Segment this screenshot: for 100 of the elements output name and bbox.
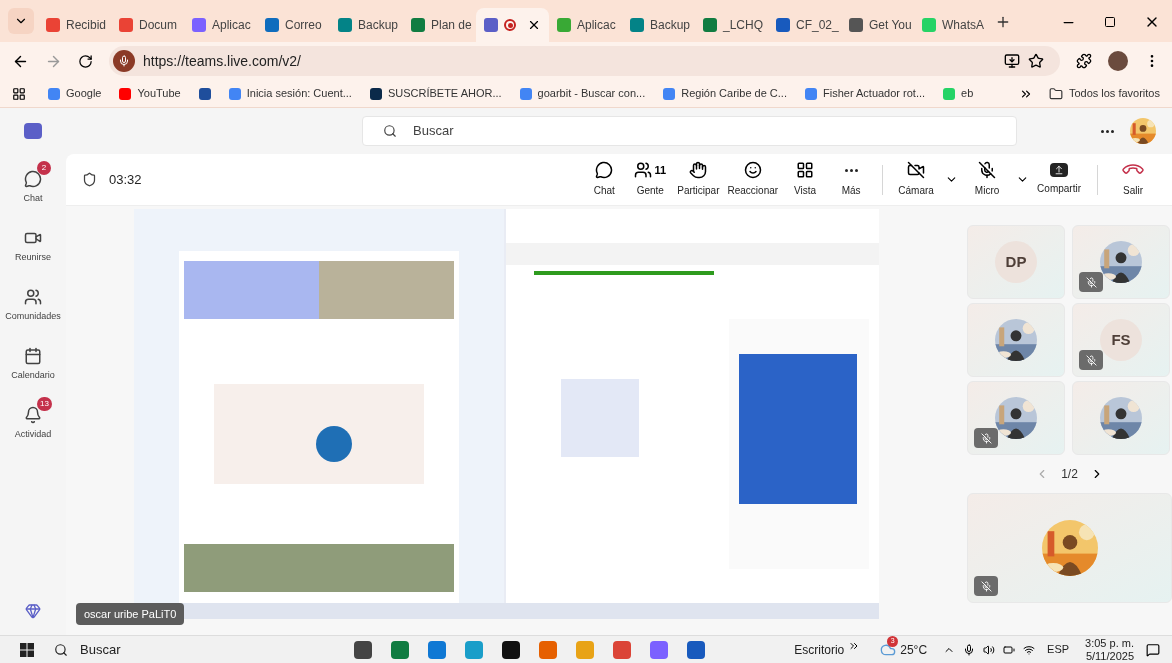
battery-icon[interactable] [1003, 643, 1016, 656]
install-icon[interactable] [1004, 53, 1020, 69]
browser-tab[interactable]: Recibid [38, 8, 111, 42]
toolbar-button[interactable]: Reaccionar [723, 155, 783, 204]
tab-title: CF_02_ [796, 17, 839, 34]
wifi-icon[interactable] [1023, 643, 1036, 656]
people-icon [634, 161, 653, 179]
clock[interactable]: 3:05 p. m. 5/11/2025 [1085, 636, 1134, 663]
search-icon [383, 124, 397, 138]
toolbar-button[interactable]: 11 Gente [627, 155, 674, 204]
initials-avatar: FS [1100, 319, 1142, 361]
bookmark-star-icon[interactable] [1028, 53, 1044, 69]
bell-icon [24, 405, 42, 424]
diamond-icon[interactable] [25, 603, 41, 619]
toolbar-button[interactable]: Más [828, 155, 875, 204]
leave-button[interactable]: Salir [1110, 155, 1156, 204]
tab-title: Plan de [431, 17, 472, 34]
rail-item[interactable]: 13 Actividad [1, 394, 65, 453]
presenter-label: oscar uribe PaLiT0 [76, 602, 185, 625]
desktop-label[interactable]: Escritorio [794, 640, 845, 659]
profile-avatar[interactable] [1108, 51, 1128, 71]
tab-title: Get You [869, 17, 912, 34]
rail-item[interactable]: Comunidades [1, 276, 65, 335]
all-bookmarks[interactable]: Todos los favoritos [1048, 85, 1160, 102]
taskbar-app-icon[interactable] [502, 640, 520, 659]
browser-tab[interactable]: Aplicac [549, 8, 622, 42]
notification-badge: 13 [37, 397, 52, 411]
windows-icon[interactable] [20, 642, 34, 657]
share-icon [1050, 163, 1069, 177]
people-icon [24, 287, 42, 306]
bookmark[interactable]: Región Caribe de C... [657, 82, 793, 105]
mic-off-icon [978, 161, 997, 179]
tab-title: Aplicac [577, 17, 616, 34]
close-icon[interactable] [527, 18, 541, 32]
tab-title: Correo [285, 17, 322, 34]
browser-tab[interactable]: CF_02_ [768, 8, 841, 42]
chat-icon [595, 161, 614, 179]
reload-icon[interactable] [78, 53, 93, 69]
smile-icon [743, 161, 762, 179]
maximize-icon[interactable] [1104, 16, 1116, 28]
page-indicator: 1/2 [1061, 466, 1078, 483]
tab-title: Backup [650, 17, 691, 34]
new-tab-icon[interactable] [995, 14, 1011, 30]
folder-icon [1048, 86, 1063, 101]
bookmark[interactable]: YouTube [113, 82, 187, 105]
toolbar-button[interactable]: Compartir [1033, 155, 1085, 204]
rail-item[interactable]: Calendario [1, 335, 65, 394]
browser-tab[interactable]: Plan de [403, 8, 476, 42]
browser-tab[interactable]: WhatsA [914, 8, 987, 42]
browser-tab[interactable]: Get You [841, 8, 914, 42]
taskbar-app-icon[interactable] [354, 640, 372, 659]
notification-badge: 2 [37, 161, 51, 175]
toolbar-button[interactable]: Participar [673, 155, 724, 204]
bookmark[interactable]: Google [42, 82, 108, 105]
bookmark[interactable]: SUSCRÍBETE AHOR... [363, 82, 508, 105]
bookmark[interactable]: eb [937, 82, 980, 105]
meeting-timer: 03:32 [109, 170, 142, 189]
tab-title: Aplicac [212, 17, 251, 34]
chat-icon [24, 169, 42, 188]
toolbar-button[interactable]: Micro [962, 155, 1013, 204]
volume-icon[interactable] [983, 643, 996, 656]
search-field[interactable]: Buscar [362, 116, 1017, 146]
tab-title: Docum [139, 17, 177, 34]
grid-icon [796, 161, 815, 179]
tab-search-button[interactable] [8, 8, 34, 34]
apps-icon[interactable] [12, 86, 26, 101]
extensions-icon[interactable] [1076, 53, 1092, 69]
mic-icon[interactable] [113, 50, 135, 72]
tab-title: Recibid [66, 17, 107, 34]
notifications-icon[interactable] [1146, 642, 1160, 657]
browser-tab[interactable]: Backup [330, 8, 403, 42]
browser-tab[interactable]: Backup [622, 8, 695, 42]
toolbar-button[interactable]: Chat [581, 155, 628, 204]
shield-icon [82, 172, 97, 187]
camera-off-icon [907, 161, 926, 179]
hand-icon [689, 161, 708, 179]
address-field[interactable]: https://teams.live.com/v2/ [109, 46, 1060, 76]
tab-title: Backup [358, 17, 399, 34]
browser-tab[interactable] [476, 8, 549, 42]
bookmark[interactable]: Fisher Actuador rot... [799, 82, 932, 105]
bookmark[interactable]: goarbit - Buscar con... [513, 82, 652, 105]
search-field[interactable]: Buscar [54, 639, 284, 660]
search-icon [54, 642, 68, 657]
language-indicator[interactable]: ESP [1047, 641, 1070, 658]
bookmark[interactable]: Inicia sesión: Cuent... [222, 82, 358, 105]
rail-item[interactable]: Reunirse [1, 217, 65, 276]
tab-title: WhatsA [942, 17, 984, 34]
browser-tab[interactable]: Aplicac [184, 8, 257, 42]
toolbar-button[interactable]: Vista [782, 155, 829, 204]
toolbar-button[interactable]: Cámara [891, 155, 942, 204]
more-icon [844, 168, 858, 172]
browser-tab[interactable]: Correo [257, 8, 330, 42]
mic-icon[interactable] [963, 643, 976, 656]
initials-avatar: DP [995, 241, 1037, 283]
browser-tab[interactable]: _LCHQ [695, 8, 768, 42]
tab-title: _LCHQ [723, 17, 763, 34]
browser-tab[interactable]: Docum [111, 8, 184, 42]
calendar-icon [24, 346, 42, 365]
rail-item[interactable]: 2 Chat [1, 158, 65, 217]
more-icon[interactable] [1101, 129, 1114, 133]
